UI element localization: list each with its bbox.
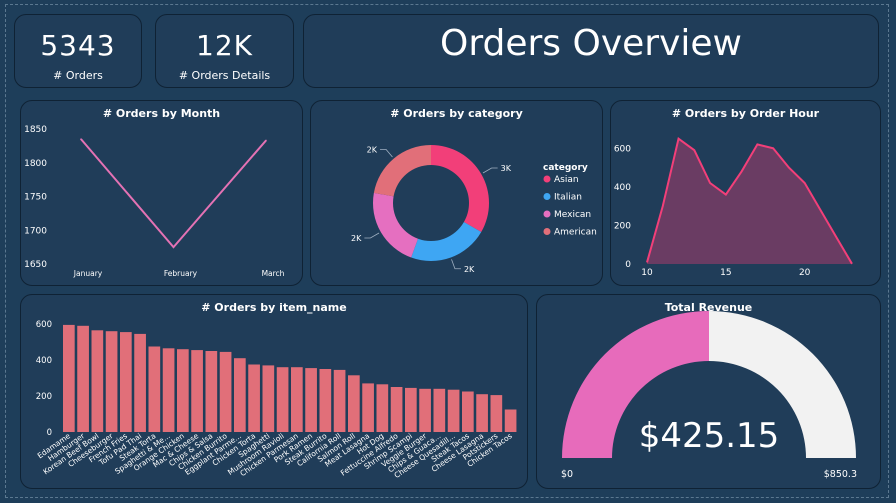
month-point [172,246,175,248]
item-bar [191,350,203,432]
item-bar [105,331,118,432]
item-bar [490,395,503,432]
category-legend-swatch [543,175,551,183]
orders-by-hour-card[interactable]: # Orders by Order Hour 0 200 400 600 10 15 20 [610,100,881,286]
orders-kpi-card[interactable]: 5343 # Orders [14,14,142,88]
total-revenue-card[interactable]: Total Revenue $425.15 $0 $850.3 [536,294,881,489]
month-y-tick: 1800 [24,159,47,169]
category-legend-label: Italian [554,193,582,203]
category-legend-label: American [554,228,597,238]
item-bar [319,369,332,432]
order-details-kpi-card[interactable]: 12K # Orders Details [155,14,294,88]
item-bar [291,367,303,432]
month-y-tick: 1650 [24,260,47,270]
item-y-tick: 600 [36,320,52,330]
category-legend-label: Mexican [554,210,591,220]
item-bar [433,388,446,432]
item-bar [419,388,431,432]
item-bar [162,348,175,432]
item-bar [462,391,474,432]
orders-by-hour-chart: 0 200 400 600 10 15 20 [614,136,853,278]
hour-y-tick: 600 [614,144,631,154]
item-bar [63,324,75,432]
category-data-label: 2K [367,145,378,154]
hour-x-tick: 15 [720,268,731,278]
category-slice-american [373,145,431,197]
item-bar [177,349,189,432]
month-y-tick: 1850 [24,125,47,135]
category-data-label: 3K [501,164,512,173]
item-bar [362,383,374,432]
month-point [265,139,267,142]
item-bar [205,351,218,432]
item-bar [120,332,132,432]
gauge-max-label: $850.3 [824,469,857,480]
item-bar [333,369,346,432]
title-card: Orders Overview [303,14,879,88]
item-bar [405,387,417,432]
orders-count-value: 5343 [40,29,116,62]
category-leader-line [364,232,380,239]
month-y-tick: 1750 [24,193,47,203]
category-legend-title: category [543,163,588,173]
item-bar [248,364,260,432]
month-point [80,138,82,140]
item-bar [234,358,246,432]
orders-by-month-chart: 1650 1700 1750 1800 1850 January February March [24,125,285,278]
order-details-label: # Orders Details [178,69,271,82]
item-y-tick: 400 [36,356,52,366]
item-bar [390,387,403,432]
item-bar [77,325,89,432]
total-revenue-gauge: $425.15 $0 $850.3 [561,311,857,480]
item-bar [276,367,289,432]
item-bar [91,330,104,432]
category-slice-italian [411,222,482,261]
category-legend-label: Asian [554,175,579,185]
item-bar [447,389,460,432]
category-leader-line [451,259,461,270]
category-leader-line [482,167,498,174]
hour-y-tick: 0 [625,260,631,270]
category-legend-swatch [543,210,551,218]
hour-y-tick: 400 [614,183,631,193]
orders-by-category-chart: 3K 2K 2K 2K category Asian Italian Mexican Ameri… [351,145,597,274]
orders-by-item-chart: 0200400600EdamameHamburgerKorean Beef Bo… [36,320,517,480]
category-data-label: 2K [351,234,362,243]
category-data-label: 2K [464,265,475,274]
item-y-tick: 0 [47,428,52,438]
item-bar [476,394,488,432]
item-bar [376,384,389,432]
orders-by-month-card[interactable]: # Orders by Month 1650 1700 1750 1800 1850 Ja… [20,100,303,286]
month-x-tick: March [262,269,285,278]
category-legend-swatch [543,193,551,200]
item-bar [348,375,360,432]
item-bar [219,351,232,432]
order-details-value: 12K [196,29,253,62]
item-bar [148,346,161,432]
item-y-tick: 200 [36,392,52,402]
item-bar [504,409,517,432]
category-slice-asian [431,145,489,232]
hour-x-tick: 10 [641,268,653,278]
month-series-line [80,138,267,249]
page-title: Orders Overview [440,23,742,64]
month-y-tick: 1700 [24,226,47,236]
gauge-value-label: $425.15 [639,416,780,456]
orders-count-label: # Orders [53,69,103,82]
hour-x-tick: 20 [799,268,811,278]
item-bar [134,333,146,432]
category-slice-mexican [373,192,419,258]
category-leader-line [380,148,393,158]
month-x-tick: February [164,269,198,278]
month-x-tick: January [73,269,103,278]
hour-y-tick: 200 [614,221,631,231]
gauge-min-label: $0 [561,469,573,480]
item-bar [262,365,275,432]
item-bar [305,368,317,432]
orders-by-item-card[interactable]: # Orders by item_name 0 200 400 600 Edamame H… [20,294,528,489]
category-legend-swatch [543,228,551,235]
orders-by-category-card[interactable]: # Orders by category 3K 2K 2K 2K category Asi… [310,100,603,286]
